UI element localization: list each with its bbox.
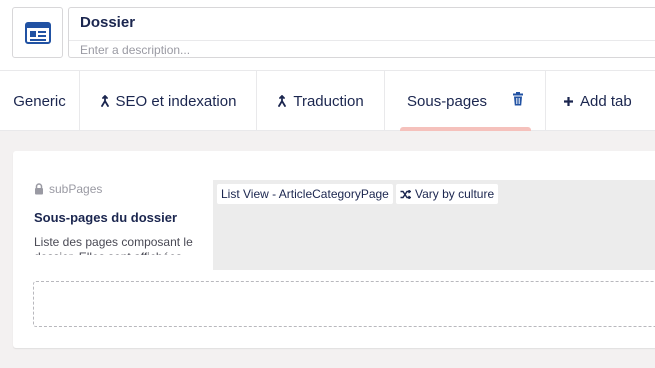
add-tab-button[interactable]: Add tab [546, 71, 655, 131]
tab-seo-et-indexation[interactable]: SEO et indexation [80, 71, 256, 131]
variation-tag: Vary by culture [396, 184, 499, 204]
lock-icon[interactable] [34, 183, 44, 195]
trash-icon[interactable] [512, 92, 524, 106]
tab-sous-pages[interactable]: Sous-pages [385, 71, 545, 131]
property-label[interactable]: Sous-pages du dossier [34, 210, 177, 225]
tab-label: Generic [13, 92, 66, 110]
tab-bar: Generic SEO et indexation Traduction Sou… [0, 70, 655, 131]
add-property-dropzone[interactable] [33, 281, 655, 327]
tab-traduction[interactable]: Traduction [257, 71, 384, 131]
tab-label: Add tab [580, 92, 632, 110]
tab-label: SEO et indexation [115, 92, 237, 110]
name-input[interactable]: Dossier [80, 14, 135, 31]
tab-generic[interactable]: Generic [0, 71, 79, 131]
drag-handle-icon [277, 95, 287, 107]
tab-label: Traduction [293, 92, 364, 110]
document-type-icon-button[interactable] [12, 7, 63, 58]
property-editor-preview[interactable]: List View - ArticleCategoryPage Vary by … [213, 180, 655, 270]
shuffle-icon [400, 189, 411, 199]
drag-handle-icon [100, 95, 110, 107]
plus-icon [563, 96, 574, 107]
document-icon [24, 21, 51, 44]
property-alias-text: subPages [49, 182, 103, 196]
editor-header: Dossier Enter a description... [0, 0, 655, 70]
editor-tag-label: List View - ArticleCategoryPage [221, 187, 389, 201]
property-alias: subPages [34, 182, 102, 196]
active-tab-indicator [400, 127, 531, 131]
property-description[interactable]: Liste des pages composant le dossier. El… [34, 235, 194, 255]
description-input[interactable]: Enter a description... [80, 43, 190, 57]
tab-label: Sous-pages [407, 92, 488, 110]
name-field-box: Dossier Enter a description... [68, 7, 655, 58]
variation-tag-label: Vary by culture [415, 187, 495, 201]
editor-tag: List View - ArticleCategoryPage [217, 184, 393, 204]
description-divider [69, 40, 655, 41]
properties-group: subPages Sous-pages du dossier Liste des… [13, 151, 655, 348]
